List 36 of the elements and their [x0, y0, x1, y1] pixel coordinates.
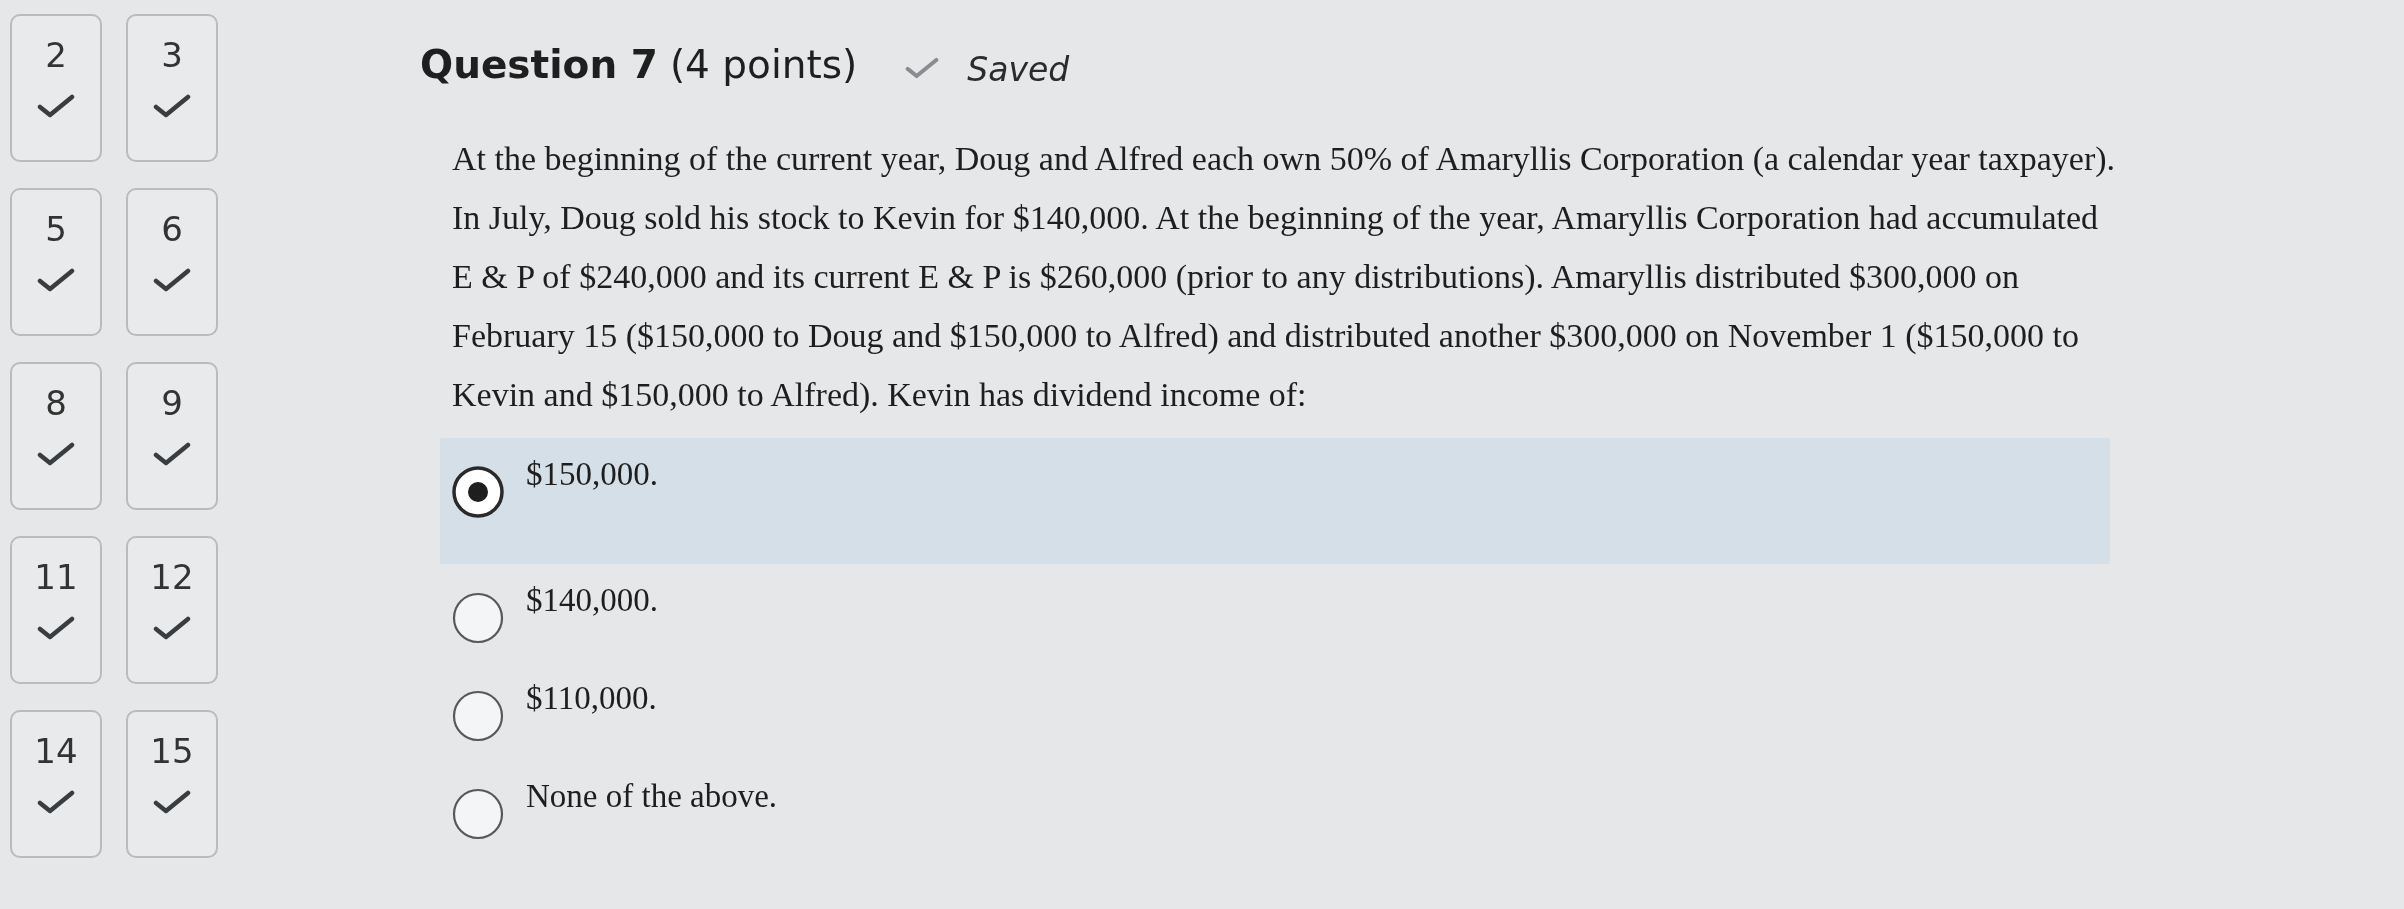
question-number: 2	[45, 38, 67, 72]
question-title: Question 7	[420, 41, 658, 89]
question-tile[interactable]: 14	[10, 710, 102, 858]
question-number: 5	[45, 212, 67, 246]
question-tile[interactable]: 5	[10, 188, 102, 336]
radio-button[interactable]	[452, 787, 504, 840]
saved-status: Saved	[967, 48, 1070, 91]
question-number: 15	[150, 734, 194, 768]
radio-button[interactable]	[452, 591, 504, 644]
question-tile[interactable]: 3	[126, 14, 218, 162]
question-number: 9	[161, 386, 183, 420]
question-tile[interactable]: 2	[10, 14, 102, 162]
answer-option[interactable]: $140,000.	[440, 563, 2110, 662]
question-number: 8	[45, 386, 67, 420]
answer-text: $150,000.	[526, 454, 658, 494]
answer-text: $110,000.	[526, 678, 657, 718]
question-number: 14	[34, 734, 78, 768]
answer-option[interactable]: None of the above.	[440, 759, 2110, 858]
points-label: (4 points)	[669, 41, 858, 89]
question-number: 12	[150, 560, 194, 594]
radio-button[interactable]	[452, 465, 504, 518]
question-tile[interactable]: 9	[126, 362, 218, 510]
answer-text: $140,000.	[526, 580, 658, 620]
answer-option[interactable]: $110,000.	[440, 661, 2110, 760]
question-text: At the beginning of the current year, Doug and Alfred each own 50% of Amaryllis Corporation (a calendar year taxpayer). In July, Doug sold his stock to Kevin for $140,000. At the beginning of the year, Amaryllis Corporation had accumulated E & P of $240,000 and its current E & P is $260,000 (prior to any distributions). Amaryllis distributed $300,000 on February 15 ($150,000 to Doug and $150,000 to Alfred) and distributed another $300,000 on November 1 ($150,000 to Kevin and $150,000 to Alfred). Kevin has dividend income of:	[452, 138, 2117, 415]
question-number: 11	[34, 560, 78, 594]
selected-answer-option[interactable]: $150,000.	[440, 437, 2110, 564]
question-tile[interactable]: 8	[10, 362, 102, 510]
radio-button[interactable]	[452, 689, 504, 742]
question-tile[interactable]: 11	[10, 536, 102, 684]
answer-text: None of the above.	[526, 776, 778, 816]
question-tile[interactable]: 15	[126, 710, 218, 858]
question-number: 3	[161, 38, 183, 72]
question-number: 6	[161, 212, 183, 246]
question-tile[interactable]: 12	[126, 536, 218, 684]
question-tile[interactable]: 6	[126, 188, 218, 336]
